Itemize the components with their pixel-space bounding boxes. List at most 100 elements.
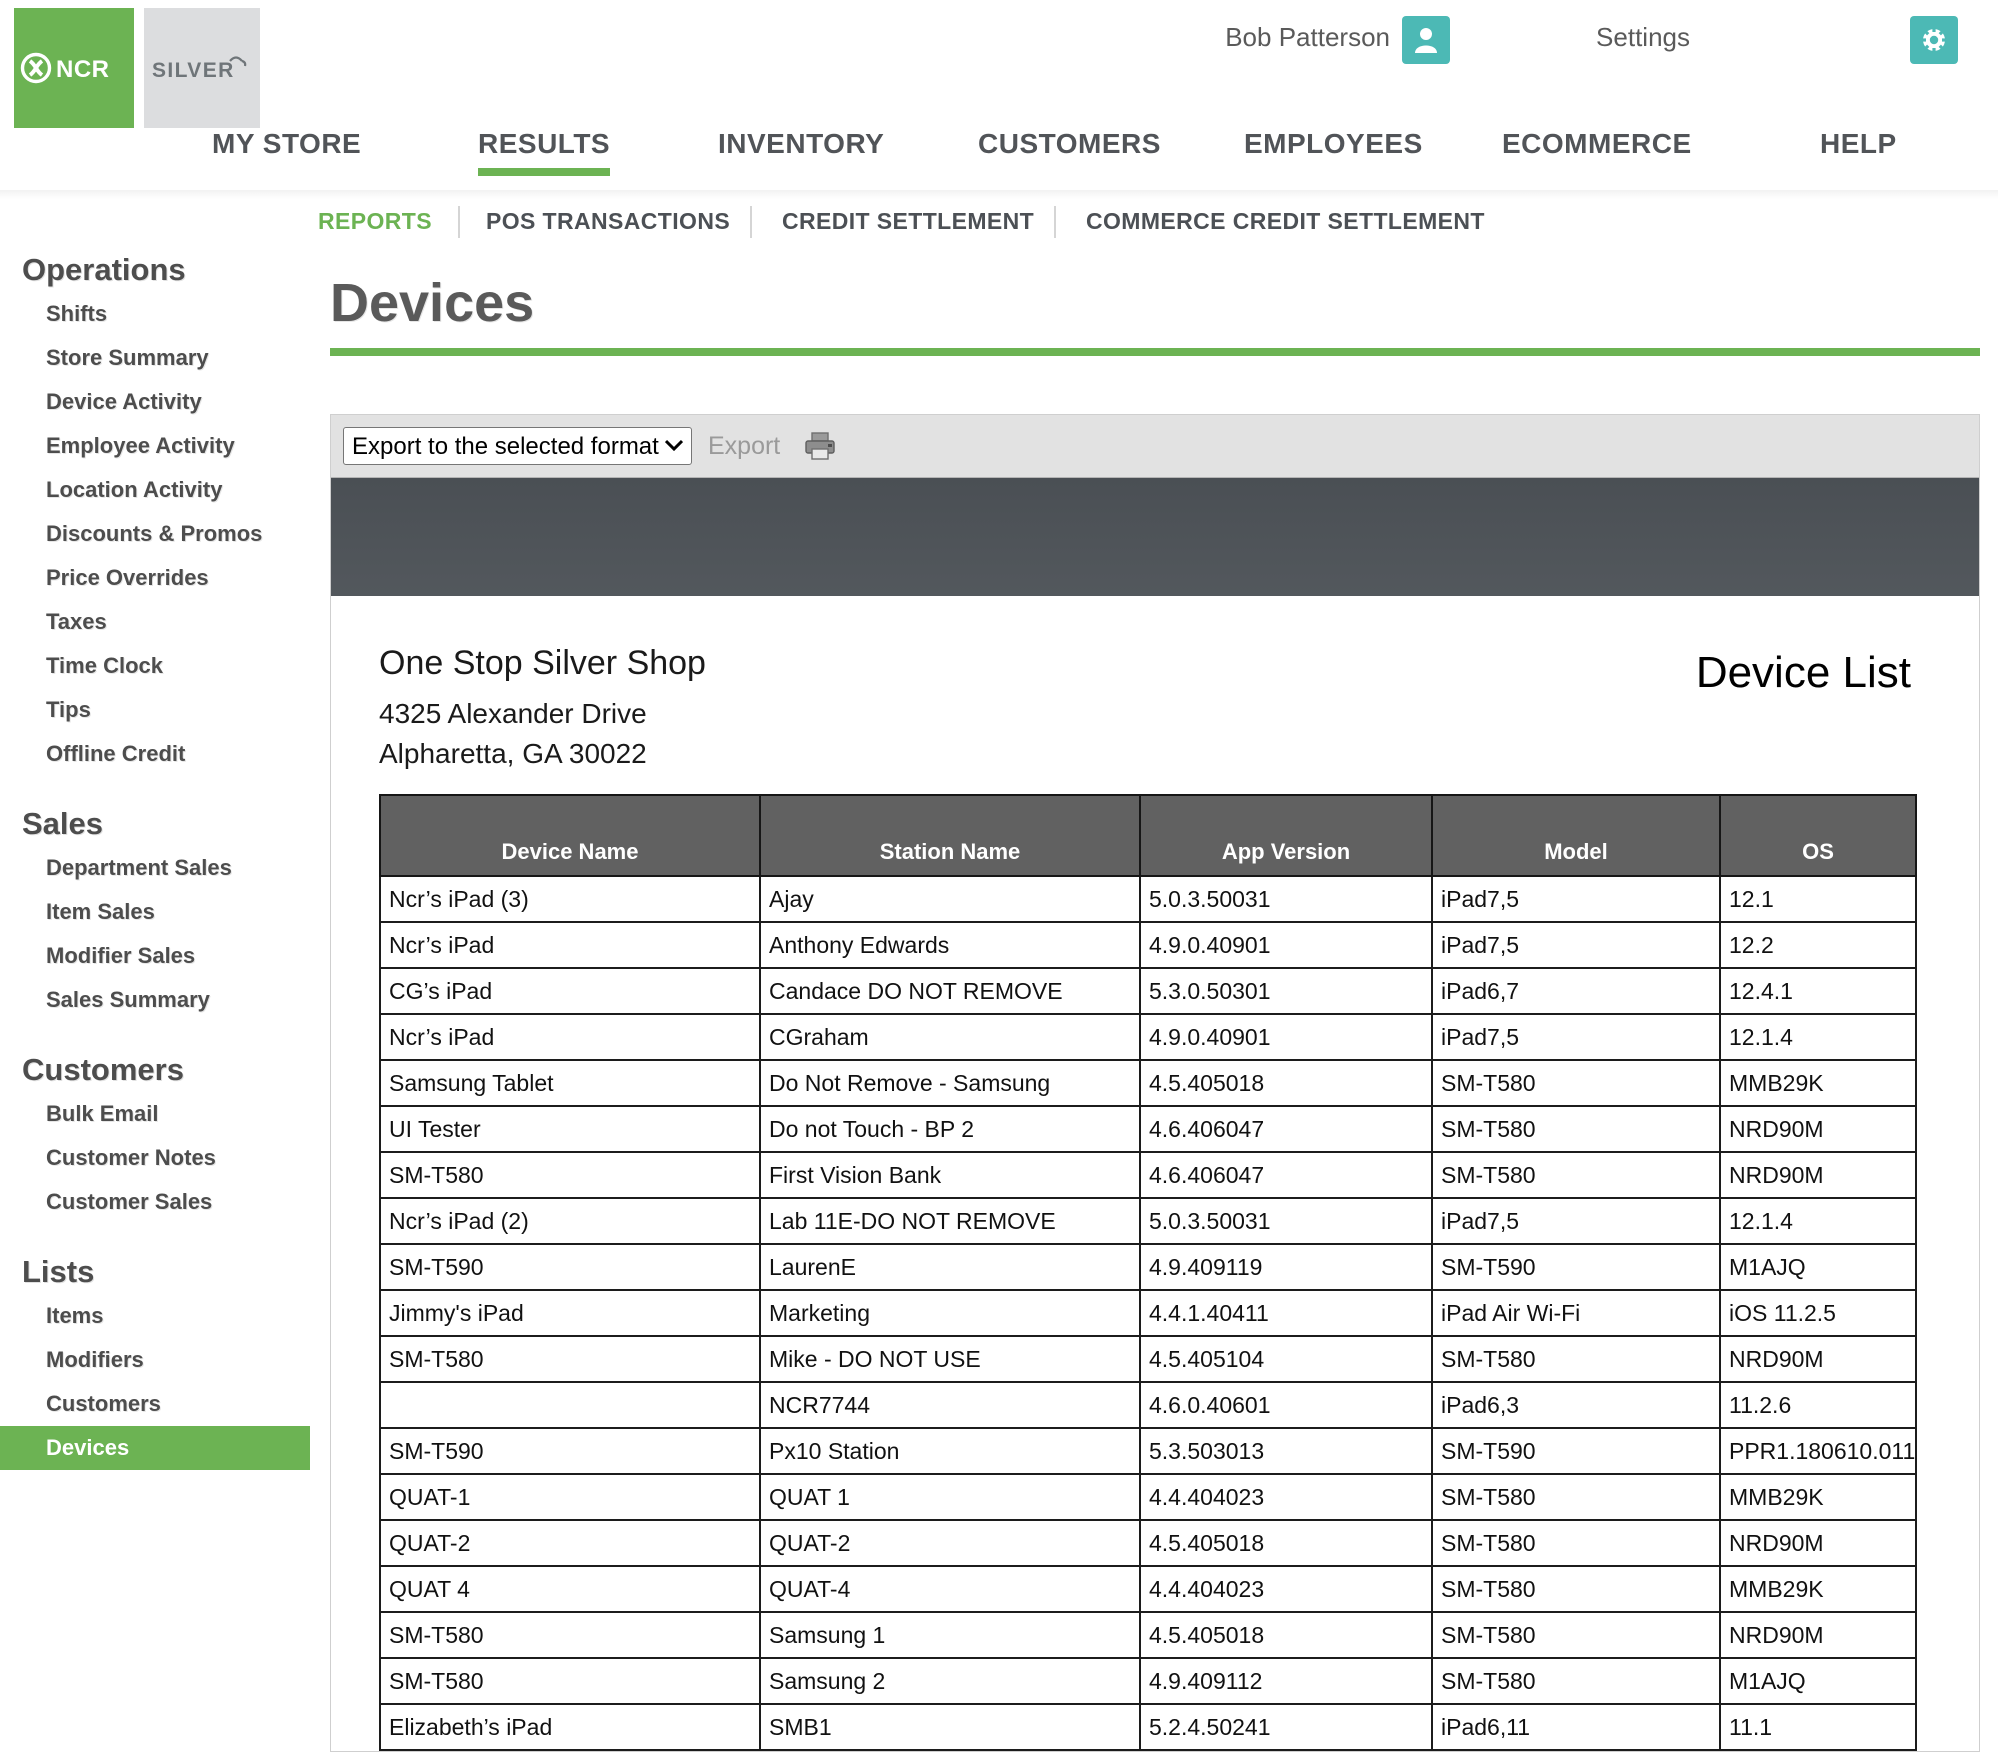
sidebar-item-bulk-email[interactable]: Bulk Email [0, 1092, 310, 1136]
nav-item-employees[interactable]: EMPLOYEES [1244, 128, 1423, 160]
cell-station-name: Marketing [759, 1289, 1141, 1337]
cell-model: iPad7,5 [1431, 1013, 1721, 1061]
column-header-model: Model [1431, 794, 1721, 877]
sidebar-item-modifiers[interactable]: Modifiers [0, 1338, 310, 1382]
sidebar-group-title-lists: Lists [22, 1254, 95, 1289]
subnav-label: REPORTS [318, 208, 432, 234]
cell-model: iPad6,3 [1431, 1381, 1721, 1429]
subnav-item-commerce-credit-settlement[interactable]: COMMERCE CREDIT SETTLEMENT [1086, 208, 1485, 235]
sidebar-item-employee-activity[interactable]: Employee Activity [0, 424, 310, 468]
cell-device-name: Ncr’s iPad [379, 921, 761, 969]
cell-model: SM-T590 [1431, 1243, 1721, 1291]
subnav-item-reports[interactable]: REPORTS [318, 208, 432, 235]
cell-app-version: 4.9.0.40901 [1139, 1013, 1433, 1061]
sidebar-item-tips[interactable]: Tips [0, 688, 310, 732]
nav-item-results[interactable]: RESULTS [478, 128, 611, 176]
svg-text:NCR: NCR [56, 56, 110, 83]
cell-model: SM-T580 [1431, 1105, 1721, 1153]
sidebar-item-customer-sales[interactable]: Customer Sales [0, 1180, 310, 1224]
table-row: QUAT-1 QUAT 1 4.4.404023 SM-T580 MMB29K [379, 1473, 1917, 1521]
sidebar-item-device-activity[interactable]: Device Activity [0, 380, 310, 424]
table-header-row: Device Name Station Name App Version Model O… [379, 794, 1917, 877]
sidebar-item-offline-credit[interactable]: Offline Credit [0, 732, 310, 776]
table-row: Ncr’s iPad (2) Lab 11E-DO NOT REMOVE 5.0.3… [379, 1197, 1917, 1245]
sidebar-item-sales-summary[interactable]: Sales Summary [0, 978, 310, 1022]
cell-model: SM-T580 [1431, 1473, 1721, 1521]
nav-item-ecommerce[interactable]: ECOMMERCE [1502, 128, 1692, 160]
settings-label[interactable]: Settings [1596, 22, 1690, 53]
subnav-item-credit-settlement[interactable]: CREDIT SETTLEMENT [782, 208, 1034, 235]
table-row: SM-T590 Px10 Station 5.3.503013 SM-T590 PPR1… [379, 1427, 1917, 1475]
sidebar-item-items[interactable]: Items [0, 1294, 310, 1338]
cell-device-name: CG’s iPad [379, 967, 761, 1015]
table-row: SM-T580 Samsung 2 4.9.409112 SM-T580 M1AJQ [379, 1657, 1917, 1705]
cell-os: iOS 11.2.5 [1719, 1289, 1917, 1337]
user-avatar-button[interactable] [1402, 16, 1450, 64]
cell-device-name: Elizabeth’s iPad [379, 1703, 761, 1751]
title-rule [330, 348, 1980, 356]
nav-item-help[interactable]: HELP [1820, 128, 1897, 160]
nav-item-my-store[interactable]: MY STORE [212, 128, 361, 160]
subnav-divider [1054, 206, 1056, 238]
column-header-app-version: App Version [1139, 794, 1433, 877]
sidebar-item-department-sales[interactable]: Department Sales [0, 846, 310, 890]
cell-os: NRD90M [1719, 1519, 1917, 1567]
sidebar-item-devices[interactable]: Devices [0, 1426, 310, 1470]
cell-os: NRD90M [1719, 1105, 1917, 1153]
cell-model: iPad7,5 [1431, 875, 1721, 923]
sidebar-item-price-overrides[interactable]: Price Overrides [0, 556, 310, 600]
subnav-label: COMMERCE CREDIT SETTLEMENT [1086, 208, 1485, 234]
sidebar-item-shifts[interactable]: Shifts [0, 292, 310, 336]
export-format-select[interactable]: Export to the selected format [343, 427, 692, 465]
export-button[interactable]: Export [708, 432, 780, 461]
cell-station-name: Candace DO NOT REMOVE [759, 967, 1141, 1015]
cell-os: 12.1.4 [1719, 1013, 1917, 1061]
cell-os: NRD90M [1719, 1151, 1917, 1199]
subnav-item-pos-transactions[interactable]: POS TRANSACTIONS [486, 208, 730, 235]
cell-device-name: SM-T590 [379, 1243, 761, 1291]
export-format-select-wrap: Export to the selected format [343, 427, 692, 465]
cell-device-name: Jimmy's iPad [379, 1289, 761, 1337]
report-letterhead: One Stop Silver Shop 4325 Alexander Driv… [379, 644, 1931, 774]
cell-app-version: 4.6.406047 [1139, 1151, 1433, 1199]
cell-app-version: 4.9.409119 [1139, 1243, 1433, 1291]
cell-device-name: SM-T580 [379, 1611, 761, 1659]
settings-button[interactable] [1910, 16, 1958, 64]
sidebar-item-location-activity[interactable]: Location Activity [0, 468, 310, 512]
report-viewer: Export to the selected format Export One… [330, 414, 1980, 1752]
cell-app-version: 4.5.405018 [1139, 1059, 1433, 1107]
report-header-band [331, 478, 1979, 596]
sidebar-item-store-summary[interactable]: Store Summary [0, 336, 310, 380]
devices-table-body: Ncr’s iPad (3) Ajay 5.0.3.50031 iPad7,5 12.1… [379, 875, 1917, 1751]
sidebar-item-modifier-sales[interactable]: Modifier Sales [0, 934, 310, 978]
store-address-line2: Alpharetta, GA 30022 [379, 738, 647, 769]
silver-wordmark: SILVER [144, 48, 260, 88]
cell-os: MMB29K [1719, 1059, 1917, 1107]
sidebar-group-title-sales: Sales [22, 806, 104, 841]
cell-device-name: SM-T580 [379, 1151, 761, 1199]
sidebar-item-taxes[interactable]: Taxes [0, 600, 310, 644]
nav-label: CUSTOMERS [978, 128, 1161, 159]
print-button[interactable] [804, 431, 836, 461]
nav-item-inventory[interactable]: INVENTORY [718, 128, 884, 160]
table-row: Elizabeth’s iPad SMB1 5.2.4.50241 iPad6,11 1… [379, 1703, 1917, 1751]
sidebar: Operations Shifts Store Summary Device Acti… [0, 252, 310, 1470]
main-navigation: MY STORE RESULTS INVENTORY CUSTOMERS EMP… [0, 128, 1998, 190]
nav-item-customers[interactable]: CUSTOMERS [978, 128, 1161, 160]
cell-app-version: 5.3.503013 [1139, 1427, 1433, 1475]
nav-label: ECOMMERCE [1502, 128, 1692, 159]
cell-device-name: SM-T580 [379, 1657, 761, 1705]
cell-os: NRD90M [1719, 1611, 1917, 1659]
sidebar-item-customer-notes[interactable]: Customer Notes [0, 1136, 310, 1180]
subnav-label: CREDIT SETTLEMENT [782, 208, 1035, 234]
sidebar-item-item-sales[interactable]: Item Sales [0, 890, 310, 934]
nav-label: INVENTORY [718, 128, 885, 159]
cell-os: 12.1 [1719, 875, 1917, 923]
sidebar-item-discounts-promos[interactable]: Discounts & Promos [0, 512, 310, 556]
sidebar-item-customers[interactable]: Customers [0, 1382, 310, 1426]
gear-icon [1921, 27, 1947, 53]
cell-station-name: NCR7744 [759, 1381, 1141, 1429]
table-row: QUAT-2 QUAT-2 4.5.405018 SM-T580 NRD90M [379, 1519, 1917, 1567]
sidebar-item-time-clock[interactable]: Time Clock [0, 644, 310, 688]
cell-os: 11.2.6 [1719, 1381, 1917, 1429]
